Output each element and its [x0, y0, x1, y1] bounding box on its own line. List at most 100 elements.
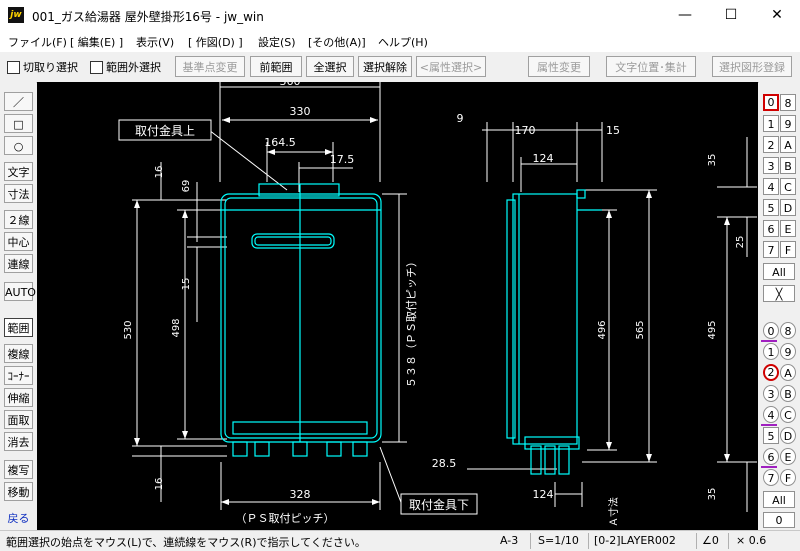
double-line-tool[interactable]: ２線 [4, 210, 33, 229]
auto-tool[interactable]: AUTO [4, 282, 36, 301]
layer-2-button[interactable]: 2 [763, 364, 779, 381]
continuous-line-tool[interactable]: 連線 [4, 254, 33, 273]
layer-0-button[interactable]: 0 [763, 322, 779, 339]
range-tool[interactable]: 範囲 [4, 318, 33, 337]
layer-group-indicator[interactable]: 0 [763, 512, 795, 528]
base-point-button[interactable]: 基準点変更 [175, 56, 245, 77]
dim-r25: 25 [735, 236, 746, 249]
dim-69: 69 [181, 180, 192, 193]
layer-b-button[interactable]: B [780, 385, 796, 402]
chamfer-tool[interactable]: 面取 [4, 410, 33, 429]
menu-other[interactable]: [その他(A)] [308, 34, 366, 50]
corner-tool[interactable]: ｺｰﾅｰ [4, 366, 33, 385]
layer-5-indicator [761, 424, 777, 426]
layer-f-button[interactable]: F [780, 469, 796, 486]
layer-4-button[interactable]: 4 [763, 406, 779, 423]
stretch-tool[interactable]: 伸縮 [4, 388, 33, 407]
drawing-canvas[interactable]: 360 330 164.5 17.5 328 （ＰＳ取付ピッチ） 9 170 1… [37, 75, 758, 530]
outside-select-checkbox[interactable] [90, 61, 103, 74]
layer-a-button[interactable]: A [780, 364, 796, 381]
layer-e-button[interactable]: E [780, 448, 796, 465]
group-all-button[interactable]: All [763, 263, 795, 280]
menu-help[interactable]: ヘルプ(H) [378, 34, 428, 50]
menu-file[interactable]: ファイル(F) [8, 34, 67, 50]
group-7-button[interactable]: 7 [763, 241, 779, 258]
select-all-button[interactable]: 全選択 [306, 56, 354, 77]
dim-16b: 16 [154, 478, 165, 491]
group-2-button[interactable]: 2 [763, 136, 779, 153]
group-1-button[interactable]: 1 [763, 115, 779, 132]
group-4-button[interactable]: 4 [763, 178, 779, 195]
layer-9-button[interactable]: 9 [780, 343, 796, 360]
center-line-tool[interactable]: 中心線 [4, 232, 33, 268]
layer-d-button[interactable]: D [780, 427, 796, 444]
register-shape-button[interactable]: 選択図形登録 [712, 56, 792, 77]
minimize-button[interactable]: — [662, 0, 708, 30]
group-e-button[interactable]: E [780, 220, 796, 237]
group-8-button[interactable]: 8 [780, 94, 796, 111]
layer-7-button[interactable]: 7 [763, 469, 779, 486]
attr-select-button[interactable]: <属性選択> [416, 56, 486, 77]
dim-565: 565 [635, 320, 646, 339]
layer-8-button[interactable]: 8 [780, 322, 796, 339]
menu-view[interactable]: 表示(V) [136, 34, 174, 50]
dim-ps-pitch-h: （ＰＳ取付ピッチ） [236, 512, 335, 525]
deselect-button[interactable]: 選択解除 [358, 56, 412, 77]
status-bar: 範囲選択の始点をマウス(L)で、連続線をマウス(R)で指示してください。 A-3… [0, 530, 800, 551]
layer-all-button[interactable]: All [763, 491, 795, 508]
move-tool[interactable]: 移動 [4, 482, 33, 501]
dim-r35a: 35 [707, 154, 718, 167]
dim-tool[interactable]: 寸法 [4, 184, 33, 203]
group-x-button[interactable]: ╳ [763, 285, 795, 302]
menu-settings[interactable]: 設定(S) [258, 34, 296, 50]
menu-edit[interactable]: [ 編集(E) ] [70, 34, 123, 50]
status-paper[interactable]: A-3 [500, 534, 518, 547]
text-tool[interactable]: 文字 [4, 162, 33, 181]
status-layer[interactable]: [0-2]LAYER002 [594, 534, 676, 547]
left-tool-palette: ／ □ ○ 文字 寸法 ２線 中心線 連線 AUTO 範囲 複線 ｺｰﾅｰ 伸縮… [0, 82, 36, 530]
layer-5-button[interactable]: 5 [763, 427, 779, 444]
text-position-button[interactable]: 文字位置･集計 [606, 56, 696, 77]
copy-tool[interactable]: 複写 [4, 460, 33, 479]
group-9-button[interactable]: 9 [780, 115, 796, 132]
layer-7-indicator [761, 466, 777, 468]
dim-r495: 495 [707, 320, 718, 339]
dim-side-15: 15 [606, 124, 620, 137]
group-a-button[interactable]: A [780, 136, 796, 153]
rect-tool[interactable]: □ [4, 114, 33, 133]
group-d-button[interactable]: D [780, 199, 796, 216]
status-scale[interactable]: S=1/10 [538, 534, 579, 547]
layer-1-button[interactable]: 1 [763, 343, 779, 360]
copy-line-tool[interactable]: 複線 [4, 344, 33, 363]
clip-select-label: 切取り選択 [23, 61, 78, 74]
group-5-button[interactable]: 5 [763, 199, 779, 216]
group-6-button[interactable]: 6 [763, 220, 779, 237]
status-angle[interactable]: ∠0 [702, 534, 719, 547]
window-title: 001_ガス給湯器 屋外壁掛形16号 - jw_win [32, 10, 264, 24]
menu-bar: ファイル(F) [ 編集(E) ] 表示(V) [ 作図(D) ] 設定(S) … [0, 30, 800, 52]
group-c-button[interactable]: C [780, 178, 796, 195]
layer-6-button[interactable]: 6 [763, 448, 779, 465]
clip-select-checkbox[interactable] [7, 61, 20, 74]
erase-tool[interactable]: 消去 [4, 432, 33, 451]
dim-side-124a: 124 [533, 152, 554, 165]
title-bar: jw 001_ガス給湯器 屋外壁掛形16号 - jw_win — ☐ ✕ [0, 0, 800, 30]
close-button[interactable]: ✕ [754, 0, 800, 30]
group-b-button[interactable]: B [780, 157, 796, 174]
back-tool[interactable]: 戻る [4, 508, 33, 527]
group-3-button[interactable]: 3 [763, 157, 779, 174]
maximize-button[interactable]: ☐ [708, 0, 754, 30]
prev-range-button[interactable]: 前範囲 [250, 56, 302, 77]
dim-r35b: 35 [707, 488, 718, 501]
group-f-button[interactable]: F [780, 241, 796, 258]
dim-side-9: 9 [457, 112, 464, 125]
layer-3-button[interactable]: 3 [763, 385, 779, 402]
menu-draw[interactable]: [ 作図(D) ] [188, 34, 243, 50]
dim-360: 360 [280, 82, 301, 88]
attr-change-button[interactable]: 属性変更 [528, 56, 590, 77]
line-tool[interactable]: ／ [4, 92, 33, 111]
status-zoom[interactable]: × 0.6 [736, 534, 766, 547]
layer-c-button[interactable]: C [780, 406, 796, 423]
circle-tool[interactable]: ○ [4, 136, 33, 155]
group-0-button[interactable]: 0 [763, 94, 779, 111]
